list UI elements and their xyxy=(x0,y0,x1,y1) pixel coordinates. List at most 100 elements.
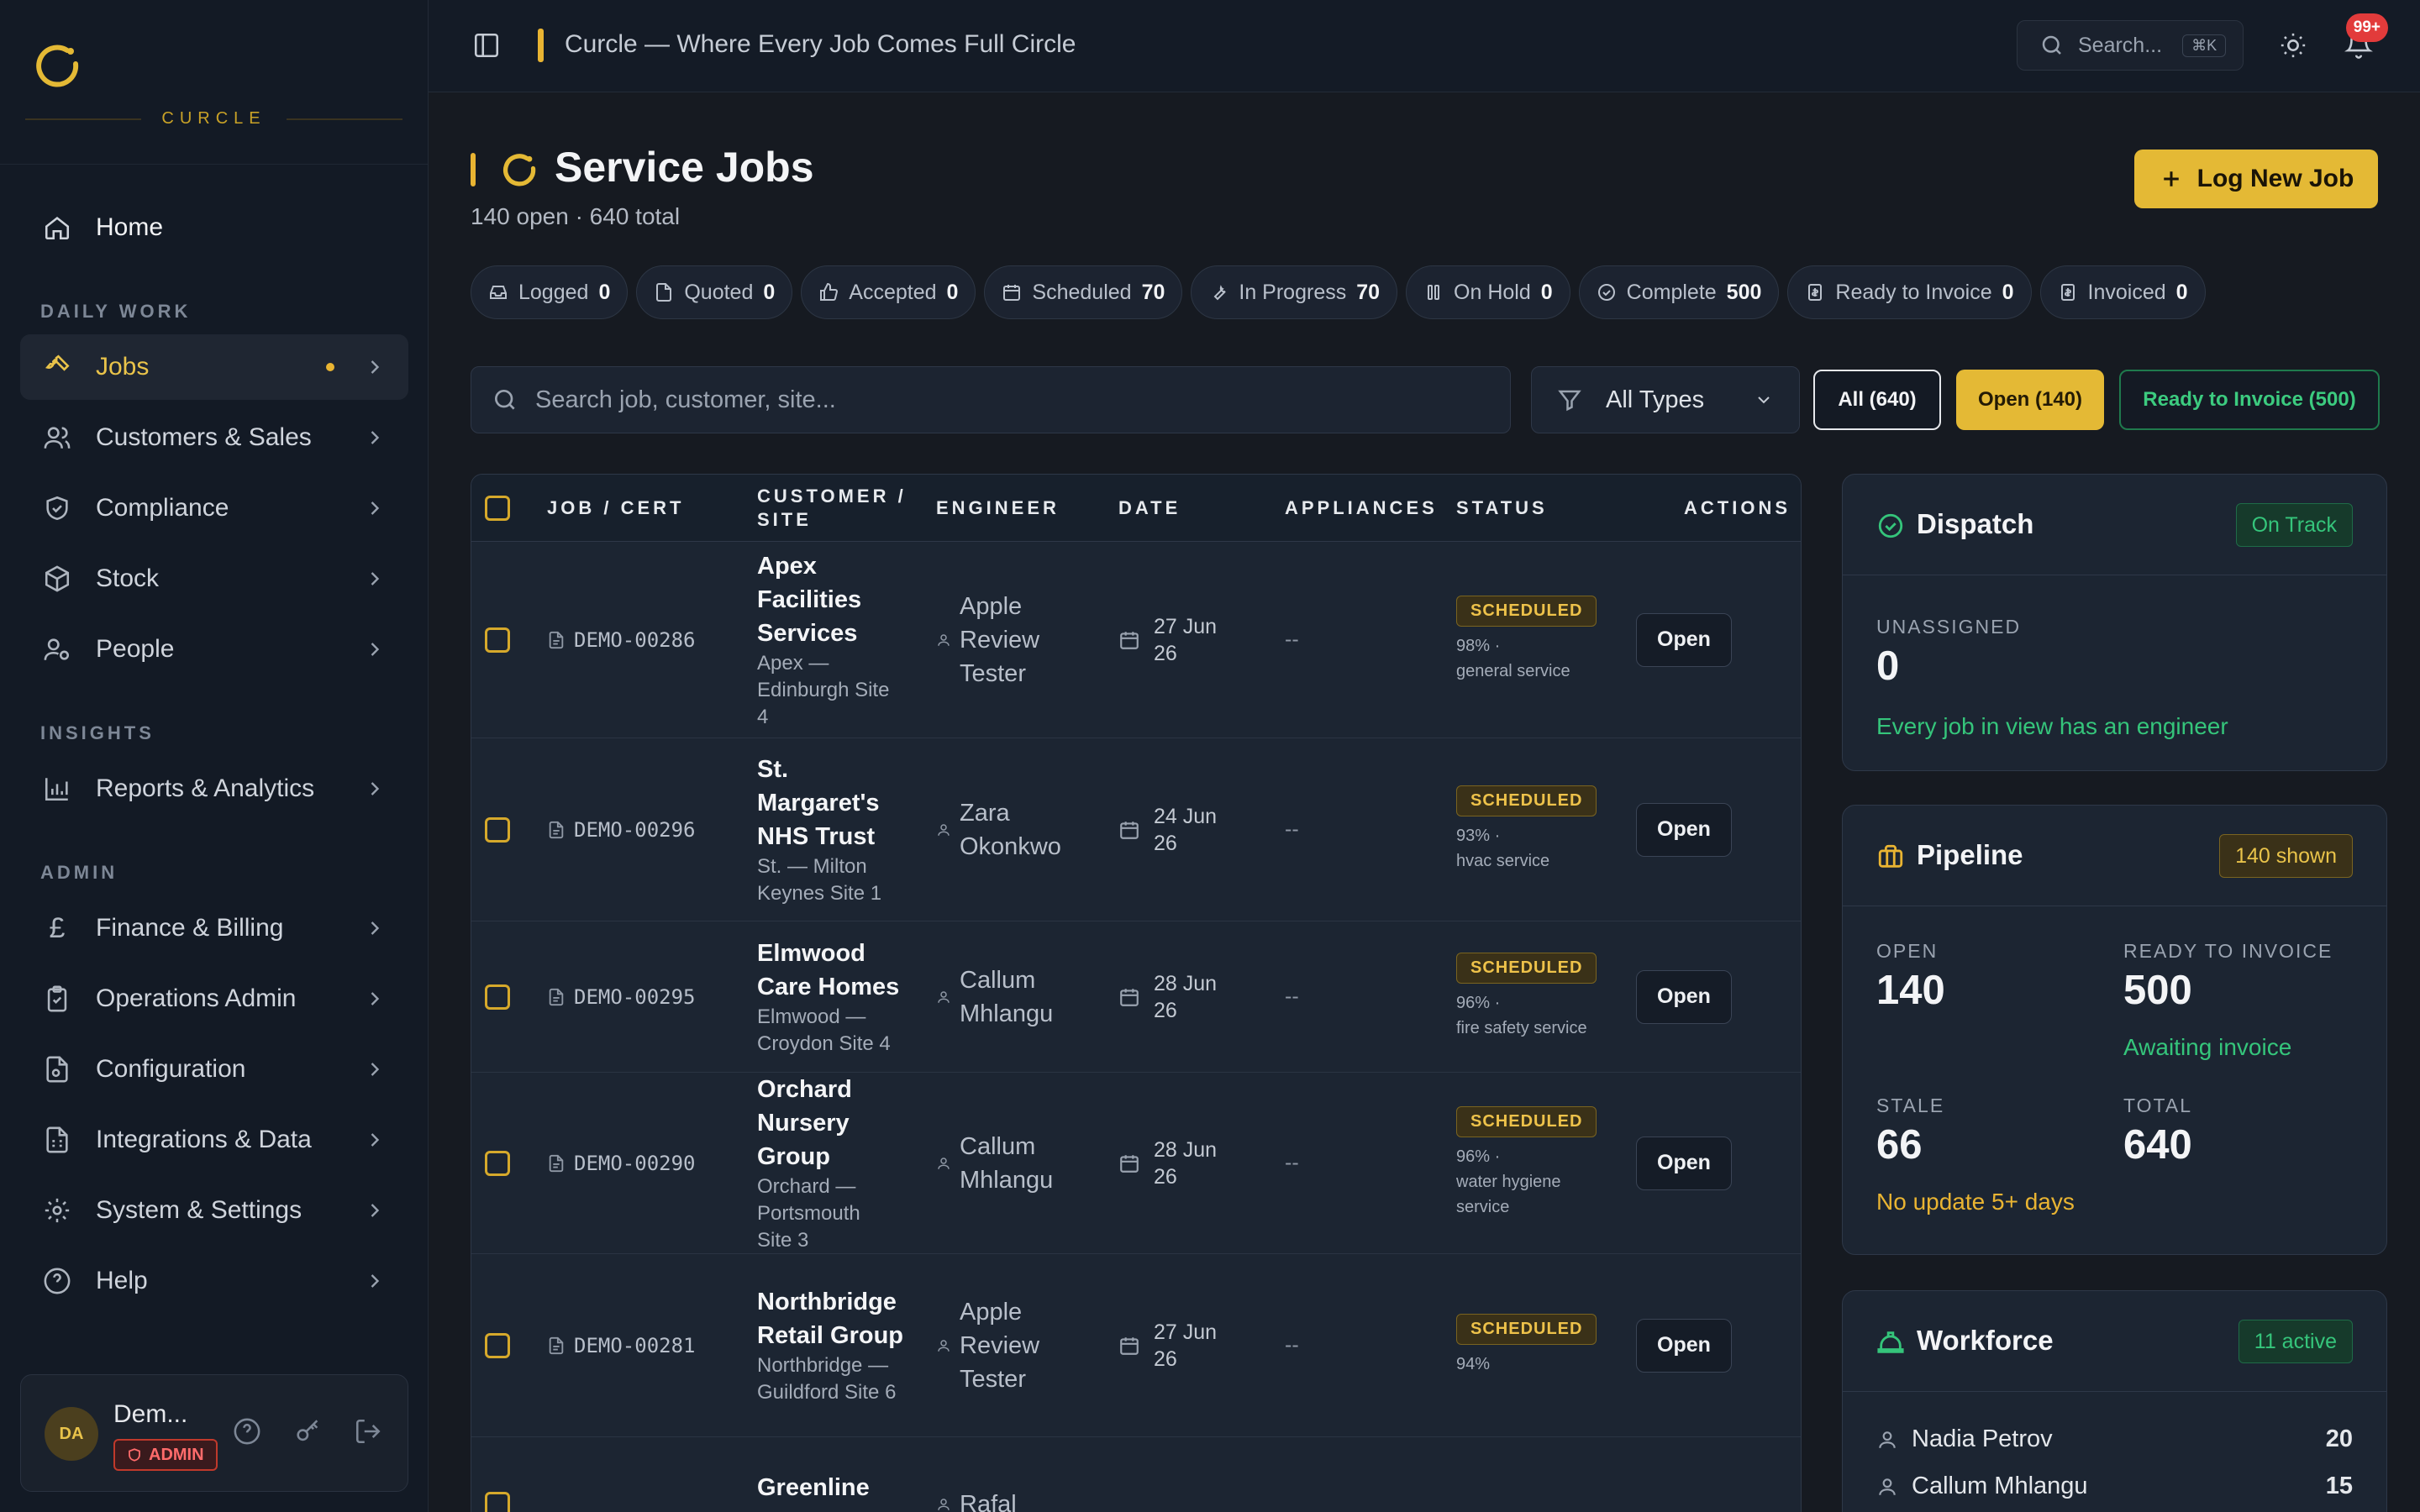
job-id[interactable]: DEMO-00281 xyxy=(547,1254,696,1436)
user-card: DA Dem... ADMIN xyxy=(20,1374,408,1492)
customer-name[interactable]: Orchard Nursery Group xyxy=(757,1073,852,1173)
sidebar-item-customers[interactable]: Customers & Sales xyxy=(20,405,408,470)
customer-cell: GreenlineProperty xyxy=(757,1437,922,1512)
chip-complete[interactable]: Complete 500 xyxy=(1578,265,1780,319)
col-date[interactable]: DATE xyxy=(1118,475,1181,542)
sidebar-item-people[interactable]: People xyxy=(20,617,408,682)
col-job[interactable]: JOB / CERT xyxy=(547,475,684,542)
engineer-cell: Rafal xyxy=(936,1437,1017,1512)
table-row[interactable]: DEMO-00296 St. Margaret's NHS Trust St. — Mi… xyxy=(471,738,1801,921)
role-badge: ADMIN xyxy=(113,1439,218,1471)
select-all-checkbox[interactable] xyxy=(485,496,510,521)
customer-name[interactable]: Northbridge Retail Group xyxy=(757,1285,903,1352)
curcle-logo-icon[interactable] xyxy=(30,39,84,92)
window-title: Curcle — Where Every Job Comes Full Circ… xyxy=(565,30,1076,58)
filter-ready-to-invoice-button[interactable]: Ready to Invoice (500) xyxy=(2119,370,2380,430)
customer-name[interactable]: Elmwood Care Homes xyxy=(757,937,899,1004)
job-id[interactable]: DEMO-00295 xyxy=(547,921,696,1072)
shield-icon xyxy=(129,1448,140,1462)
customer-cell: Elmwood Care Homes Elmwood — Croydon Site 4 xyxy=(757,921,922,1072)
curcle-logo-icon xyxy=(503,154,536,186)
chip-invoiced[interactable]: Invoiced 0 xyxy=(2039,265,2206,319)
chip-on-hold[interactable]: On Hold 0 xyxy=(1406,265,1570,319)
date-cell: 27 Jun 26 xyxy=(1118,542,1217,738)
open-job-button[interactable]: Open xyxy=(1636,1318,1732,1373)
filter-all-button[interactable]: All (640) xyxy=(1813,370,1941,430)
row-checkbox[interactable] xyxy=(485,984,510,1010)
status-cell: SCHEDULED 94% xyxy=(1456,1254,1624,1436)
col-appliances[interactable]: APPLIANCES xyxy=(1285,475,1438,542)
table-row[interactable]: DEMO-00295 Elmwood Care Homes Elmwood — Croy… xyxy=(471,921,1801,1073)
sidebar-item-help[interactable]: Help xyxy=(20,1248,408,1314)
table-row[interactable]: GreenlineProperty Rafal xyxy=(471,1437,1801,1512)
table-row[interactable]: DEMO-00286 Apex Facilities Services Apex — Ed… xyxy=(471,542,1801,738)
logout-icon[interactable] xyxy=(354,1417,382,1446)
global-search-input[interactable]: Search... ⌘K xyxy=(2017,20,2244,71)
workforce-row[interactable]: Callum Mhlangu 15 xyxy=(1876,1473,2353,1500)
table-row[interactable]: DEMO-00281 Northbridge Retail Group Northbr… xyxy=(471,1254,1801,1437)
date-cell: 24 Jun 26 xyxy=(1118,738,1217,921)
user-cog-icon xyxy=(40,633,74,666)
job-id[interactable]: DEMO-00286 xyxy=(547,542,696,738)
chip-logged[interactable]: Logged 0 xyxy=(471,265,629,319)
table-row[interactable]: DEMO-00290 Orchard Nursery Group Orchard — Po… xyxy=(471,1073,1801,1254)
calendar-icon xyxy=(1003,285,1021,301)
col-engineer[interactable]: ENGINEER xyxy=(936,475,1060,542)
customer-name[interactable]: St. Margaret's NHS Trust xyxy=(757,753,880,853)
customer-name[interactable]: GreenlineProperty xyxy=(757,1471,870,1512)
col-customer[interactable]: CUSTOMER / SITE xyxy=(757,475,907,542)
workforce-row[interactable]: Nadia Petrov 20 xyxy=(1876,1425,2353,1453)
chevron-right-icon xyxy=(371,1204,380,1217)
engineer-cell: Callum Mhlangu xyxy=(936,1073,1053,1253)
row-checkbox[interactable] xyxy=(485,1150,510,1176)
sidebar-item-configuration[interactable]: Configuration xyxy=(20,1037,408,1102)
appliances-cell: -- xyxy=(1285,1151,1299,1174)
open-job-button[interactable]: Open xyxy=(1636,969,1732,1024)
job-id[interactable]: DEMO-00290 xyxy=(547,1073,696,1253)
sidebar-item-integrations[interactable]: Integrations & Data xyxy=(20,1107,408,1173)
chevron-right-icon xyxy=(371,360,380,374)
sun-icon[interactable] xyxy=(2279,31,2307,60)
open-job-button[interactable]: Open xyxy=(1636,612,1732,667)
sidebar-item-reports[interactable]: Reports & Analytics xyxy=(20,756,408,822)
customer-name[interactable]: Apex Facilities Services xyxy=(757,549,861,650)
col-status[interactable]: STATUS xyxy=(1456,475,1548,542)
sidebar-item-compliance[interactable]: Compliance xyxy=(20,475,408,541)
filter-open-button[interactable]: Open (140) xyxy=(1956,370,2104,430)
pause-icon xyxy=(1428,285,1440,300)
open-job-button[interactable]: Open xyxy=(1636,1136,1732,1190)
chip-in-progress[interactable]: In Progress 70 xyxy=(1191,265,1398,319)
file-cog-icon xyxy=(40,1053,74,1086)
row-checkbox[interactable] xyxy=(485,1332,510,1358)
sidebar-item-jobs[interactable]: Jobs xyxy=(20,334,408,400)
row-checkbox[interactable] xyxy=(485,816,510,843)
row-checkbox[interactable] xyxy=(485,1491,510,1512)
chip-accepted[interactable]: Accepted 0 xyxy=(801,265,976,319)
briefcase-icon xyxy=(1878,844,1903,868)
sidebar-item-system[interactable]: System & Settings xyxy=(20,1178,408,1243)
key-icon[interactable] xyxy=(293,1417,322,1446)
job-id[interactable]: DEMO-00296 xyxy=(547,738,696,921)
sidebar-item-operations[interactable]: Operations Admin xyxy=(20,966,408,1032)
sidebar-item-finance[interactable]: £ Finance & Billing xyxy=(20,895,408,961)
chip-scheduled[interactable]: Scheduled 70 xyxy=(984,265,1183,319)
user-name: Dem... xyxy=(113,1400,188,1428)
chip-quoted[interactable]: Quoted 0 xyxy=(636,265,793,319)
chevron-right-icon xyxy=(371,1133,380,1147)
log-new-job-button[interactable]: Log New Job xyxy=(2134,150,2378,208)
rti-count: 500 xyxy=(2123,968,2192,1013)
sidebar-item-home[interactable]: Home xyxy=(20,195,408,260)
row-checkbox[interactable] xyxy=(485,627,510,653)
sidebar-toggle-icon[interactable] xyxy=(472,31,501,60)
engineer-cell: Apple Review Tester xyxy=(936,542,1039,738)
type-select[interactable]: All Types xyxy=(1531,366,1800,433)
job-search-input[interactable]: Search job, customer, site... xyxy=(471,366,1511,433)
status-cell: SCHEDULED 96% · water hygiene service xyxy=(1456,1073,1624,1253)
check-circle-icon xyxy=(1597,284,1615,301)
chip-ready-to-invoice[interactable]: Ready to Invoice 0 xyxy=(1787,265,2032,319)
open-job-button[interactable]: Open xyxy=(1636,802,1732,857)
help-icon[interactable] xyxy=(233,1417,261,1446)
avatar[interactable]: DA xyxy=(45,1407,98,1461)
sidebar-item-stock[interactable]: Stock xyxy=(20,546,408,612)
pipeline-panel: Pipeline 140 shown OPEN 140 READY TO INV… xyxy=(1842,805,2387,1255)
